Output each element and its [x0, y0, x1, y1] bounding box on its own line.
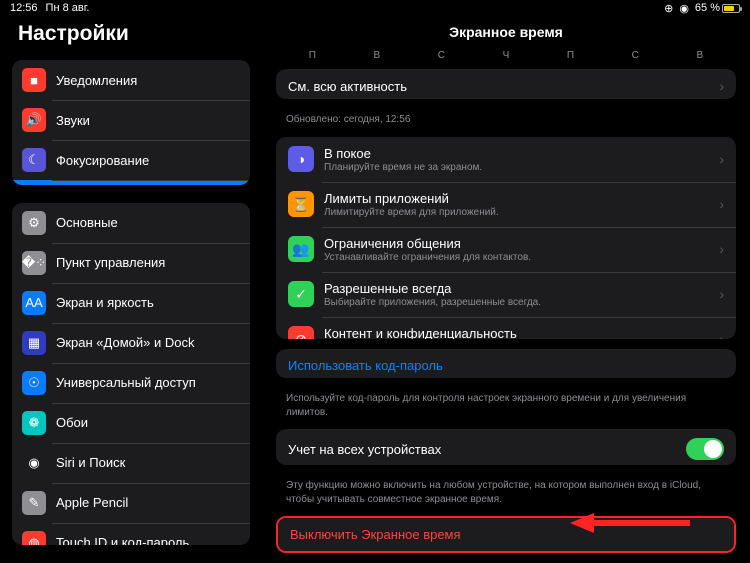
chevron-right-icon: › [719, 241, 724, 257]
feature-row-0[interactable]: ◑В покоеПланируйте время не за экраном.› [276, 137, 736, 182]
sidebar-group-2: ⚙ Основные �⁘ Пункт управления AA Экран и ярк… [12, 203, 250, 545]
orientation-lock-icon: ⊕ [664, 2, 673, 15]
feature-icon: ⏳ [288, 191, 314, 217]
sidebar-item-8[interactable]: ◍ Touch ID и код-пароль [12, 523, 250, 545]
share-devices-group: Учет на всех устройствах [276, 429, 736, 465]
status-bar: 12:56 Пн 8 авг. ⊕ ◉ 65 % [0, 0, 750, 16]
sidebar-item-1[interactable]: 🔊 Звуки [12, 100, 250, 140]
sidebar-item-label: Экран и яркость [56, 295, 154, 310]
battery-indicator: 65 % [695, 2, 740, 14]
passcode-group: Использовать код-пароль [276, 349, 736, 379]
activity-updated-note: Обновлено: сегодня, 12:56 [262, 109, 750, 137]
sidebar-icon: 🔊 [22, 108, 46, 132]
chevron-right-icon: › [719, 196, 724, 212]
sidebar-title: Настройки [0, 16, 262, 60]
sidebar-icon: ■ [22, 68, 46, 92]
feature-row-1[interactable]: ⏳Лимиты приложенийЛимитируйте время для … [276, 182, 736, 227]
sidebar-item-label: Apple Pencil [56, 495, 128, 510]
sidebar-item-label: Звуки [56, 113, 90, 128]
status-time: 12:56 [10, 2, 38, 14]
sidebar-item-label: Универсальный доступ [56, 375, 196, 390]
week-day-strip: ПВСЧПСВ [262, 50, 750, 69]
share-devices-toggle[interactable] [686, 438, 724, 460]
sidebar-item-label: Уведомления [56, 73, 137, 88]
status-date: Пн 8 авг. [46, 2, 90, 14]
feature-row-4[interactable]: ⊘Контент и конфиденциальностьБлокируйте … [276, 317, 736, 339]
sidebar-item-label: Siri и Поиск [56, 455, 125, 470]
sidebar-icon: ⚙ [22, 211, 46, 235]
sidebar-group-1: ■ Уведомления 🔊 Звуки ☾ Фокусирование ⏳Экранно… [12, 60, 250, 185]
sidebar-item-label: Фокусирование [56, 153, 149, 168]
chevron-right-icon: › [719, 78, 724, 94]
sidebar-item-label: Основные [56, 215, 118, 230]
sidebar-item-5[interactable]: ❁ Обои [12, 403, 250, 443]
use-passcode-row[interactable]: Использовать код-пароль [276, 349, 736, 379]
screen-time-panel: Экранное время ПВСЧПСВ См. всю активност… [262, 16, 750, 563]
sidebar-item-label: Пункт управления [56, 255, 165, 270]
sidebar-item-0[interactable]: ■ Уведомления [12, 60, 250, 100]
feature-icon: ✓ [288, 281, 314, 307]
chevron-right-icon: › [719, 331, 724, 338]
sidebar-item-2[interactable]: AA Экран и яркость [12, 283, 250, 323]
sidebar-item-6[interactable]: ◉ Siri и Поиск [12, 443, 250, 483]
chevron-right-icon: › [719, 286, 724, 302]
features-group: ◑В покоеПланируйте время не за экраном.›… [276, 137, 736, 339]
sidebar-item-4[interactable]: ☉ Универсальный доступ [12, 363, 250, 403]
sidebar-icon: ❁ [22, 411, 46, 435]
sidebar-icon: ✎ [22, 491, 46, 515]
sidebar-icon: ◉ [22, 451, 46, 475]
sidebar-item-0[interactable]: ⚙ Основные [12, 203, 250, 243]
share-devices-row[interactable]: Учет на всех устройствах [276, 429, 736, 465]
chevron-right-icon: › [719, 151, 724, 167]
sidebar-item-label: Экран «Домой» и Dock [56, 335, 194, 350]
feature-row-2[interactable]: 👥Ограничения общенияУстанавливайте огран… [276, 227, 736, 272]
sidebar-item-label: Обои [56, 415, 88, 430]
feature-row-3[interactable]: ✓Разрешенные всегдаВыбирайте приложения,… [276, 272, 736, 317]
see-all-activity-row[interactable]: См. всю активность › [276, 69, 736, 99]
activity-group: См. всю активность › [276, 69, 736, 99]
sidebar-item-label: Touch ID и код-пароль [56, 535, 189, 545]
settings-sidebar: Настройки ■ Уведомления 🔊 Звуки ☾ Фокусирован… [0, 16, 262, 563]
sidebar-icon: AA [22, 291, 46, 315]
sidebar-icon: ▦ [22, 331, 46, 355]
orientation-icon: ◉ [679, 2, 689, 15]
feature-icon: ◑ [288, 146, 314, 172]
sidebar-item-1[interactable]: �⁘ Пункт управления [12, 243, 250, 283]
sidebar-icon: �⁘ [22, 251, 46, 275]
sidebar-icon: ◍ [22, 531, 46, 545]
sidebar-item-3[interactable]: ⏳Экранное время [12, 180, 250, 185]
feature-icon: 👥 [288, 236, 314, 262]
annotation-arrow-icon [570, 509, 690, 537]
sidebar-icon: ☉ [22, 371, 46, 395]
sidebar-item-3[interactable]: ▦ Экран «Домой» и Dock [12, 323, 250, 363]
sidebar-item-7[interactable]: ✎ Apple Pencil [12, 483, 250, 523]
passcode-note: Используйте код-пароль для контроля наст… [262, 388, 750, 429]
sidebar-icon: ☾ [22, 148, 46, 172]
sidebar-item-2[interactable]: ☾ Фокусирование [12, 140, 250, 180]
panel-title: Экранное время [262, 16, 750, 50]
feature-icon: ⊘ [288, 326, 314, 338]
